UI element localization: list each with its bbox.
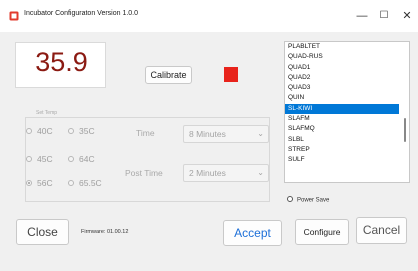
- cancel-button[interactable]: Cancel: [356, 217, 407, 244]
- chevron-down-icon: ⌄: [257, 168, 264, 177]
- chevron-down-icon: ⌄: [257, 129, 264, 138]
- accept-button[interactable]: Accept: [223, 220, 282, 246]
- list-item[interactable]: SLBL: [285, 135, 399, 145]
- post-time-label: Post Time: [125, 168, 163, 178]
- close-button[interactable]: Close: [16, 219, 69, 245]
- radio-label: 64C: [79, 154, 95, 164]
- list-item[interactable]: SULF: [285, 155, 399, 165]
- radio-circle-icon: [26, 155, 32, 162]
- list-item[interactable]: PLABLTET: [285, 42, 399, 52]
- set-temp-label: Set Temp: [34, 110, 60, 116]
- post-time-dropdown[interactable]: 2 Minutes ⌄: [183, 164, 269, 182]
- list-item[interactable]: QUAD2: [285, 73, 399, 83]
- calibrate-button[interactable]: Calibrate: [145, 66, 192, 84]
- configure-button[interactable]: Configure: [295, 219, 349, 245]
- radio-64c[interactable]: 64C: [68, 154, 95, 164]
- status-indicator: [224, 67, 238, 82]
- list-item[interactable]: QUAD1: [285, 63, 399, 73]
- list-scrollbar[interactable]: [404, 118, 406, 142]
- radio-selected-icon: [26, 179, 32, 186]
- radio-35c[interactable]: 35C: [68, 126, 95, 136]
- time-value: 8 Minutes: [189, 129, 226, 139]
- title-bar: Incubator Configuraton Version 1.0.0 — ☐…: [0, 0, 418, 32]
- radio-56c[interactable]: 56C: [26, 178, 53, 188]
- radio-circle-icon: [68, 127, 74, 134]
- power-save-checkbox[interactable]: Power Save: [287, 196, 330, 204]
- radio-label: 35C: [79, 126, 95, 136]
- close-window-button[interactable]: ✕: [396, 6, 418, 26]
- radio-circle-icon: [68, 179, 74, 186]
- profile-list[interactable]: PLABLTET QUAD-RUS QUAD1 QUAD2 QUAD3 QUIN SL-KI…: [284, 41, 410, 183]
- radio-label: 65.5C: [79, 178, 102, 188]
- time-label: Time: [136, 128, 155, 138]
- temperature-value: 35.9: [35, 47, 88, 77]
- radio-label: 56C: [37, 178, 53, 188]
- maximize-button[interactable]: ☐: [373, 6, 395, 26]
- time-dropdown[interactable]: 8 Minutes ⌄: [183, 125, 269, 143]
- radio-circle-icon: [26, 127, 32, 134]
- checkbox-icon: [287, 196, 293, 202]
- minimize-button[interactable]: —: [351, 6, 373, 26]
- list-item[interactable]: SL-KIWI: [285, 103, 399, 115]
- list-item[interactable]: QUAD-RUS: [285, 52, 399, 62]
- list-item[interactable]: QUIN: [285, 93, 399, 103]
- radio-45c[interactable]: 45C: [26, 154, 53, 164]
- list-item[interactable]: STREP: [285, 145, 399, 155]
- list-item[interactable]: SLAFMQ: [285, 124, 399, 134]
- temperature-display: 35.9: [15, 42, 106, 88]
- radio-40c[interactable]: 40C: [26, 126, 53, 136]
- post-time-value: 2 Minutes: [189, 168, 226, 178]
- app-icon: [9, 11, 19, 21]
- list-item[interactable]: SLAFM: [285, 114, 399, 124]
- list-item[interactable]: QUAD3: [285, 83, 399, 93]
- radio-label: 40C: [37, 126, 53, 136]
- firmware-version: Firmware: 01.00.12: [81, 229, 129, 235]
- window-title: Incubator Configuraton Version 1.0.0: [24, 10, 139, 17]
- power-save-label: Power Save: [297, 197, 330, 204]
- radio-circle-icon: [68, 155, 74, 162]
- app-window: Incubator Configuraton Version 1.0.0 — ☐…: [0, 0, 418, 271]
- radio-65-5c[interactable]: 65.5C: [68, 178, 102, 188]
- radio-label: 45C: [37, 154, 53, 164]
